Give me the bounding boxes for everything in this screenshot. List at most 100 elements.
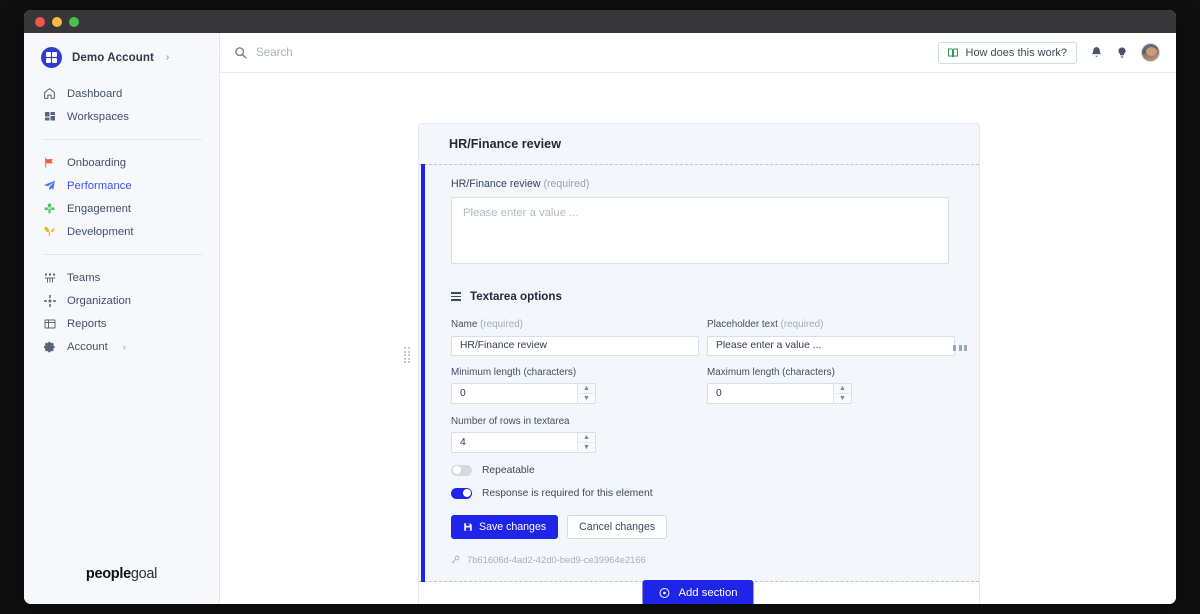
more-options-icon[interactable] [953, 345, 967, 351]
element-label-text: HR/Finance review [451, 178, 541, 190]
app-window: Demo Account › Dashboard Workspaces Onbo… [24, 10, 1176, 604]
flag-icon [43, 156, 56, 169]
required-row: Response is required for this element [451, 487, 949, 499]
sidebar-item-label: Development [67, 225, 134, 238]
save-changes-button[interactable]: Save changes [451, 514, 559, 539]
sidebar-item-workspaces[interactable]: Workspaces [24, 105, 219, 128]
list-icon [451, 292, 461, 301]
required-toggle[interactable] [451, 487, 472, 499]
save-changes-label: Save changes [479, 520, 547, 533]
options-grid: Name (required) Placeholder text (requir… [451, 319, 955, 404]
spinner-buttons[interactable]: ▲ ▼ [577, 432, 595, 452]
spinner-buttons[interactable]: ▲ ▼ [833, 383, 851, 403]
name-field-label: Name (required) [451, 319, 699, 330]
sidebar-item-teams[interactable]: Teams [24, 266, 219, 289]
sidebar-item-label: Reports [67, 317, 107, 330]
main-area: How does this work? HR/Finance review [220, 33, 1176, 604]
label-text: Name [451, 319, 478, 330]
element-field-label: HR/Finance review (required) [451, 178, 949, 190]
cancel-changes-label: Cancel changes [579, 520, 656, 533]
minimum-length-field[interactable] [451, 382, 596, 404]
cancel-changes-button[interactable]: Cancel changes [567, 514, 668, 539]
sidebar-item-reports[interactable]: Reports [24, 312, 219, 335]
save-icon [463, 522, 473, 532]
sidebar-item-development[interactable]: Development [24, 220, 219, 243]
minimum-length-label: Minimum length (characters) [451, 366, 577, 378]
chevron-right-icon: › [165, 52, 170, 63]
element-uuid-row: 7b61606d-4ad2-42d0-bed9-ce39964e2166 [451, 554, 949, 565]
sidebar-item-label: Organization [67, 294, 132, 307]
book-icon [947, 47, 959, 59]
sidebar-item-performance[interactable]: Performance [24, 174, 219, 197]
element-preview-textarea[interactable] [451, 197, 949, 264]
minimum-length-group: Minimum length (characters) ▲ ▼ [451, 367, 699, 404]
repeatable-toggle[interactable] [451, 464, 472, 476]
rows-stepper[interactable]: ▲ ▼ [451, 431, 596, 453]
sidebar-item-label: Performance [67, 179, 132, 192]
how-does-this-work-label: How does this work? [965, 46, 1068, 59]
window-maximize-button[interactable] [69, 16, 79, 27]
avatar[interactable] [1141, 43, 1160, 62]
label-text: Placeholder text [707, 319, 778, 330]
bell-icon[interactable] [1090, 46, 1103, 59]
sprout-icon [43, 225, 56, 238]
required-suffix: (required) [543, 178, 590, 190]
lightbulb-icon[interactable] [1116, 46, 1128, 59]
sidebar-item-label: Onboarding [67, 156, 127, 169]
chevron-down-icon[interactable]: ▼ [578, 443, 595, 452]
required-suffix: (required) [480, 319, 523, 330]
rows-field-label: Number of rows in textarea [451, 415, 570, 427]
rows-field[interactable] [451, 431, 596, 453]
search-box[interactable] [234, 46, 556, 59]
sidebar-item-organization[interactable]: Organization [24, 289, 219, 312]
key-icon [451, 555, 460, 564]
sidebar-item-account[interactable]: Account › [24, 335, 219, 358]
maximum-length-group: Maximum length (characters) ▲ ▼ [707, 367, 955, 404]
spinner-buttons[interactable]: ▲ ▼ [577, 383, 595, 403]
sidebar-item-dashboard[interactable]: Dashboard [24, 82, 219, 105]
chevron-up-icon[interactable]: ▲ [578, 433, 595, 443]
maximum-length-field[interactable] [707, 382, 852, 404]
brand-bold: people [85, 566, 131, 582]
chevron-down-icon[interactable]: ▼ [578, 394, 595, 403]
search-input[interactable] [256, 46, 556, 59]
sidebar-item-onboarding[interactable]: Onboarding [24, 151, 219, 174]
organization-icon [43, 294, 56, 307]
repeatable-row: Repeatable [451, 464, 949, 476]
chevron-down-icon[interactable]: ▼ [834, 394, 851, 403]
section-card: HR/Finance review HR/Finance review (req… [404, 123, 980, 604]
add-section-label: Add section [678, 587, 738, 599]
content-area: HR/Finance review HR/Finance review (req… [220, 73, 1176, 604]
rows-field-group: Number of rows in textarea ▲ ▼ [451, 416, 949, 453]
window-minimize-button[interactable] [52, 16, 62, 27]
topbar: How does this work? [220, 33, 1176, 73]
account-switcher[interactable]: Demo Account › [24, 33, 219, 82]
drag-handle-icon[interactable] [404, 347, 411, 363]
placeholder-field-group: Placeholder text (required) [707, 319, 955, 356]
paper-plane-icon [43, 179, 56, 192]
window-close-button[interactable] [35, 16, 45, 27]
add-section-button[interactable]: Add section [642, 580, 754, 604]
nav-group-admin: Teams Organization Reports Account › [24, 266, 219, 358]
search-icon [234, 46, 247, 59]
account-name: Demo Account [72, 51, 154, 64]
chevron-up-icon[interactable]: ▲ [578, 384, 595, 394]
how-does-this-work-button[interactable]: How does this work? [937, 41, 1077, 64]
reports-icon [43, 317, 56, 330]
element-editor: HR/Finance review (required) Textarea op… [404, 164, 979, 582]
chevron-up-icon[interactable]: ▲ [834, 384, 851, 394]
page-title: HR/Finance review [419, 124, 979, 164]
maximum-length-stepper[interactable]: ▲ ▼ [707, 382, 852, 404]
name-field[interactable] [451, 335, 699, 356]
placeholder-text-field[interactable] [707, 335, 955, 356]
sidebar-item-label: Account [67, 340, 108, 353]
repeatable-label: Repeatable [482, 464, 535, 476]
topbar-actions: How does this work? [937, 41, 1160, 64]
sidebar-item-label: Workspaces [67, 110, 129, 123]
sidebar-item-label: Teams [67, 271, 101, 284]
minimum-length-stepper[interactable]: ▲ ▼ [451, 382, 596, 404]
window-titlebar [24, 10, 1176, 33]
gear-icon [43, 340, 56, 353]
grid-icon [43, 110, 56, 123]
sidebar-item-engagement[interactable]: Engagement [24, 197, 219, 220]
